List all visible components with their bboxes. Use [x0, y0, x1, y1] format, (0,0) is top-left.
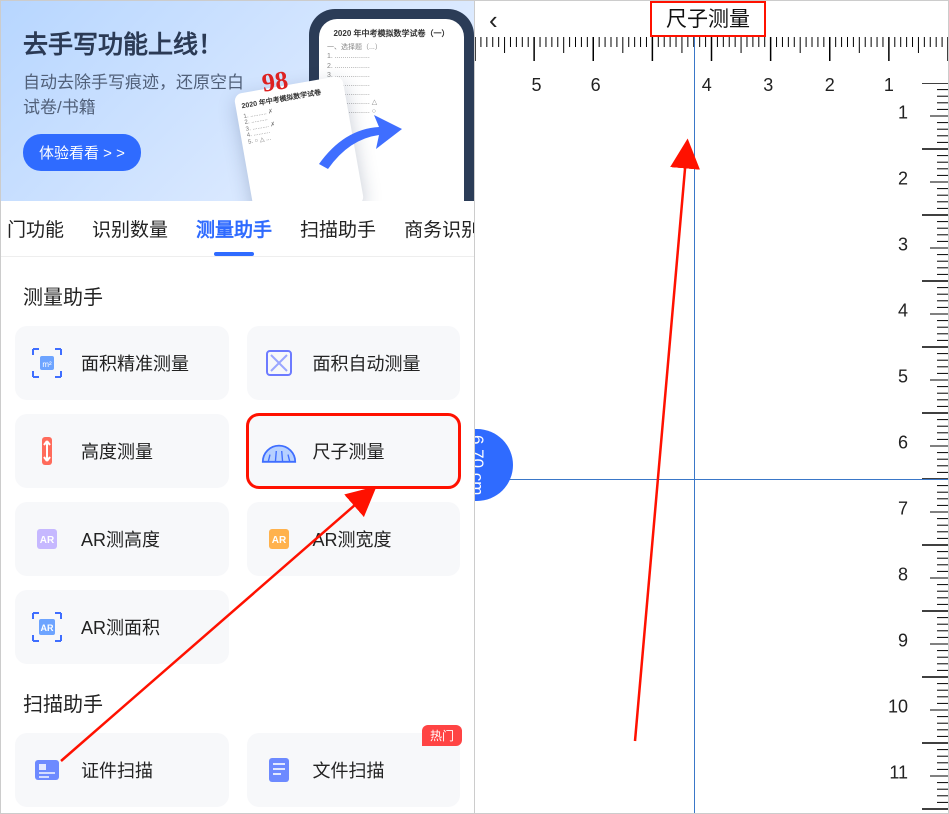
crosshair-vertical[interactable]: [694, 37, 695, 813]
ar-width-icon: AR: [261, 521, 297, 557]
card-label: 尺子测量: [313, 438, 385, 464]
banner-arrow-icon: [314, 109, 404, 179]
top-num-4: 2: [825, 75, 835, 96]
top-num-0: 5: [531, 75, 541, 96]
ar-area-icon: AR: [29, 609, 65, 645]
top-ruler-numbers: 5 6 4 3 2 1: [475, 37, 948, 99]
card-ruler[interactable]: 尺子测量: [247, 414, 461, 488]
measure-grid: m² 面积精准测量 面积自动测量 高度测量 尺子测量: [1, 316, 474, 664]
banner-title: 去手写功能上线！: [23, 25, 452, 61]
card-ar-height[interactable]: AR AR测高度: [15, 502, 229, 576]
crosshair-horizontal[interactable]: [475, 479, 948, 480]
card-label: 面积精准测量: [81, 350, 189, 376]
svg-text:AR: AR: [271, 535, 286, 546]
tab-0[interactable]: 门功能: [5, 215, 66, 242]
card-label: AR测高度: [81, 526, 160, 552]
height-icon: [29, 433, 65, 469]
measurement-badge[interactable]: 6.70 cm: [475, 429, 513, 501]
card-label: 文件扫描: [313, 757, 385, 783]
right-ruler-numbers: 1 2 3 4 5 6 7 8 9 10 11: [886, 83, 948, 813]
tab-2[interactable]: 测量助手: [194, 215, 274, 242]
top-num-1: 6: [591, 75, 601, 96]
ar-height-icon: AR: [29, 521, 65, 557]
card-area-precise[interactable]: m² 面积精准测量: [15, 326, 229, 400]
score-annotation: 98: [260, 65, 290, 98]
tab-3[interactable]: 扫描助手: [298, 215, 378, 242]
card-label: 证件扫描: [81, 757, 153, 783]
card-ar-width[interactable]: AR AR测宽度: [247, 502, 461, 576]
tab-1[interactable]: 识别数量: [90, 215, 170, 242]
r-num-2: 2: [898, 169, 908, 190]
card-id-scan[interactable]: 证件扫描: [15, 733, 229, 807]
id-scan-icon: [29, 752, 65, 788]
tab-4[interactable]: 商务识别: [402, 215, 475, 242]
category-tabs: 门功能 识别数量 测量助手 扫描助手 商务识别: [1, 201, 474, 257]
r-num-10: 10: [888, 697, 908, 718]
top-num-2: 4: [702, 75, 712, 96]
hot-badge: 热门: [422, 725, 462, 746]
top-num-3: 3: [763, 75, 773, 96]
svg-text:m²: m²: [42, 360, 52, 369]
promo-banner: 去手写功能上线！ 自动去除手写痕迹，还原空白试卷/书籍 体验看看 > > 202…: [1, 1, 474, 201]
card-label: 面积自动测量: [313, 350, 421, 376]
card-height[interactable]: 高度测量: [15, 414, 229, 488]
area-precise-icon: m²: [29, 345, 65, 381]
r-num-1: 1: [898, 103, 908, 124]
card-label: 高度测量: [81, 438, 153, 464]
area-auto-icon: [261, 345, 297, 381]
back-button[interactable]: ‹: [489, 5, 498, 36]
svg-text:AR: AR: [41, 623, 54, 633]
r-num-4: 4: [898, 301, 908, 322]
r-num-9: 9: [898, 631, 908, 652]
r-num-3: 3: [898, 235, 908, 256]
banner-subtitle: 自动去除手写痕迹，还原空白试卷/书籍: [23, 71, 253, 120]
ruler-icon: [261, 433, 297, 469]
banner-cta-button[interactable]: 体验看看 > >: [23, 134, 141, 171]
right-screenshot: ‹ 尺子测量 6.70 cm 5: [475, 1, 948, 813]
card-area-auto[interactable]: 面积自动测量: [247, 326, 461, 400]
r-num-6: 6: [898, 433, 908, 454]
left-screenshot: 去手写功能上线！ 自动去除手写痕迹，还原空白试卷/书籍 体验看看 > > 202…: [1, 1, 475, 813]
r-num-8: 8: [898, 565, 908, 586]
card-ar-area[interactable]: AR AR测面积: [15, 590, 229, 664]
annotation-arrow-right: [475, 1, 948, 813]
card-label: AR测面积: [81, 614, 160, 640]
svg-text:AR: AR: [40, 535, 55, 546]
r-num-5: 5: [898, 367, 908, 388]
card-label: AR测宽度: [313, 526, 392, 552]
scan-grid: 证件扫描 热门 文件扫描: [1, 723, 474, 807]
ruler-title: 尺子测量: [650, 1, 766, 37]
r-num-11: 11: [889, 763, 908, 784]
r-num-7: 7: [898, 499, 908, 520]
card-doc-scan[interactable]: 热门 文件扫描: [247, 733, 461, 807]
section-title-scan: 扫描助手: [1, 664, 474, 723]
section-title-measure: 测量助手: [1, 257, 474, 316]
doc-scan-icon: [261, 752, 297, 788]
